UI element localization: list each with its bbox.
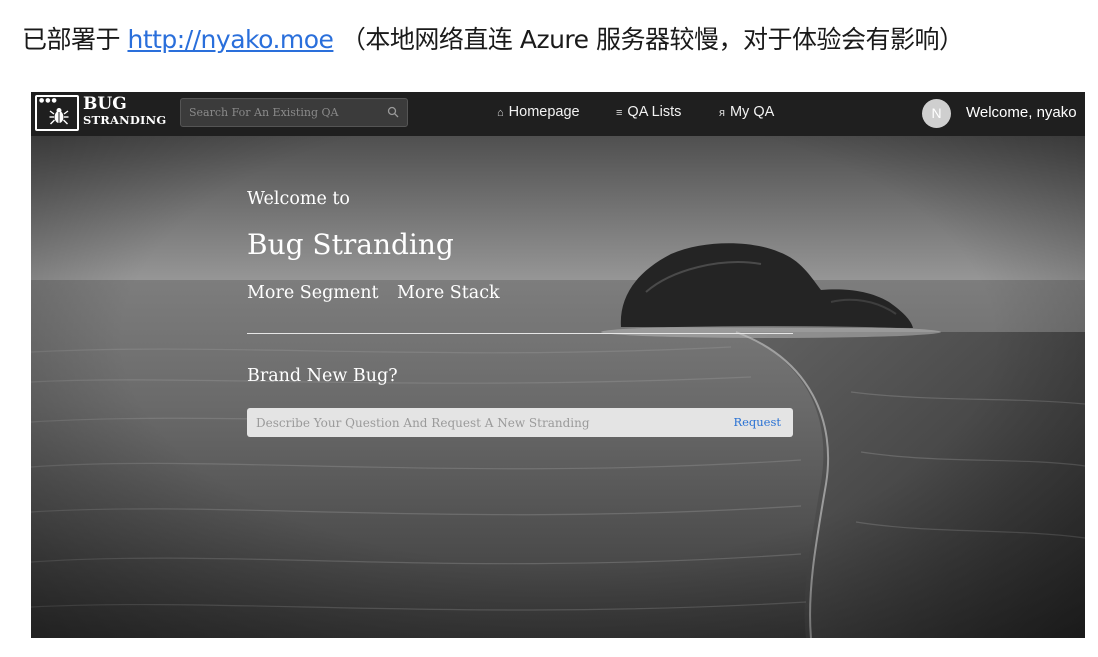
qa-search-input[interactable] [181,99,381,126]
logo-window-frame: ●●● [35,95,79,131]
nav-homepage[interactable]: ⌂ Homepage [497,92,580,136]
top-navbar: ●●● BUG STRANDING Search For An Existing… [31,92,1085,136]
welcome-user-text[interactable]: Welcome, nyako [966,92,1077,136]
hero-divider [247,333,793,334]
user-avatar[interactable]: N [922,99,951,128]
nav-my-qa[interactable]: ᴙ My QA [719,92,774,136]
more-stack-link[interactable]: More Stack [397,283,500,303]
app-screenshot: ●●● BUG STRANDING Search For An Existing… [31,92,1085,638]
home-icon: ⌂ [497,107,504,119]
brand-logo[interactable]: ●●● BUG STRANDING [35,95,175,133]
brand-line-2: STRANDING [83,113,167,127]
user-icon: ᴙ [719,107,725,119]
nav-qa-lists-label: QA Lists [627,104,682,120]
request-button[interactable]: Request [733,408,781,437]
hero-title: Bug Stranding [247,228,454,261]
question-input[interactable] [247,408,717,437]
deployment-note-prefix: 已部署于 [22,25,121,54]
list-icon: ≡ [616,107,623,119]
brand-name: BUG STRANDING [83,96,166,128]
request-bar: Request [247,408,793,437]
brand-new-bug-heading: Brand New Bug? [247,366,398,386]
hero-welcome-text: Welcome to [247,189,350,209]
site-link[interactable]: http://nyako.moe [127,25,333,54]
brand-line-1: BUG [83,94,127,114]
search-icon[interactable] [387,106,399,118]
seascape-background [31,92,1085,638]
deployment-note: 已部署于 http://nyako.moe （本地网络直连 Azure 服务器较… [22,22,964,58]
bug-icon [49,108,69,125]
nav-my-qa-label: My QA [729,104,775,120]
qa-search-box [180,98,408,127]
nav-qa-lists[interactable]: ≡ QA Lists [616,92,681,136]
deployment-note-suffix: （本地网络直连 Azure 服务器较慢，对于体验会有影响） [340,25,964,54]
window-dots-icon: ●●● [39,97,58,104]
more-segment-link[interactable]: More Segment [247,283,379,303]
nav-homepage-label: Homepage [508,104,580,120]
